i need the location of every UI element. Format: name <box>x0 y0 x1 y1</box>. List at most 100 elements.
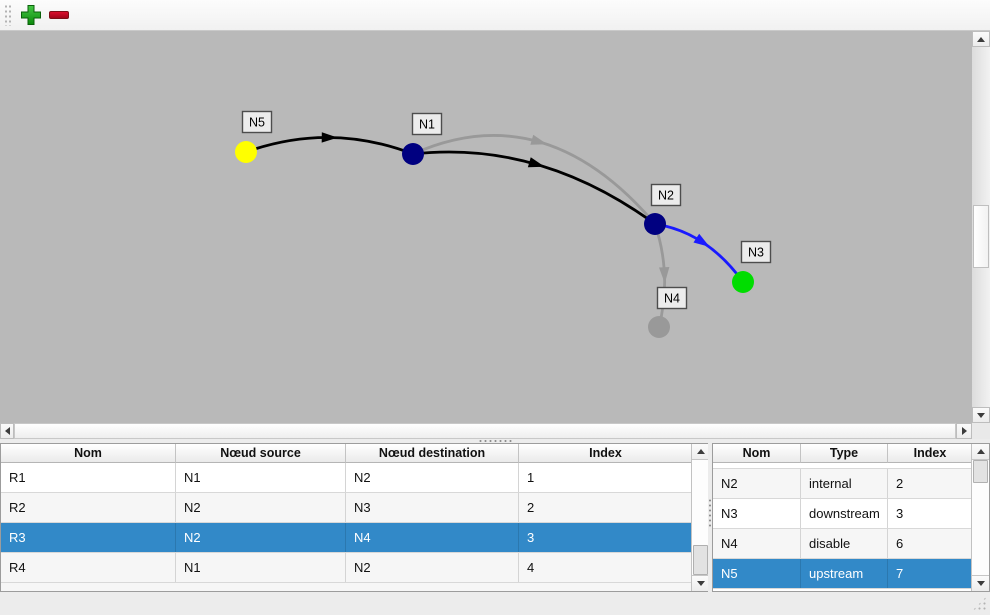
edge-arrow-icon <box>659 267 669 283</box>
cell: N4 <box>346 523 519 552</box>
arrow-up-icon <box>977 37 985 42</box>
scroll-up-button[interactable] <box>692 444 709 460</box>
canvas-vertical-scrollbar[interactable] <box>972 31 990 423</box>
nodes-table: Nom Type Index N2internal2N3downstream3N… <box>712 443 990 592</box>
column-header-nom[interactable]: Nom <box>1 444 176 463</box>
cell: 2 <box>519 493 691 522</box>
application-window: N5N1N2N3N4 Nom Nœud source Nœud destinat… <box>0 0 990 615</box>
edges-table-body: R1N1N21R2N2N32R3N2N43R4N1N24 <box>1 463 691 591</box>
cell: 4 <box>519 553 691 582</box>
cell: 1 <box>519 463 691 492</box>
cell: R3 <box>1 523 176 552</box>
arrow-down-icon <box>977 581 985 586</box>
column-header-index[interactable]: Index <box>519 444 691 463</box>
table-row[interactable]: N2internal2 <box>713 469 971 499</box>
table-row[interactable]: R4N1N24 <box>1 553 691 583</box>
table-row[interactable]: R3N2N43 <box>1 523 691 553</box>
cell: N3 <box>713 499 801 528</box>
graph-node[interactable] <box>402 143 424 165</box>
edge-arrow-icon <box>693 234 709 247</box>
cell: N2 <box>176 523 346 552</box>
node-label-text: N3 <box>748 246 764 260</box>
column-header-nom[interactable]: Nom <box>713 444 801 463</box>
window-resize-grip[interactable] <box>971 595 988 612</box>
cell: downstream <box>801 499 888 528</box>
cell: R4 <box>1 553 176 582</box>
column-header-noeud-destination[interactable]: Nœud destination <box>346 444 519 463</box>
toolbar <box>0 0 990 31</box>
scroll-right-button[interactable] <box>956 423 972 439</box>
cell: upstream <box>801 559 888 588</box>
node-label-text: N4 <box>664 292 680 306</box>
arrow-up-icon <box>977 449 985 454</box>
scrollbar-thumb[interactable] <box>973 460 988 483</box>
table-row[interactable]: R2N2N32 <box>1 493 691 523</box>
cell: N2 <box>346 553 519 582</box>
scrollbar-track[interactable] <box>972 47 990 407</box>
node-label[interactable]: N5 <box>243 112 272 133</box>
nodes-table-header: Nom Type Index <box>713 444 971 463</box>
edges-table-scrollbar[interactable] <box>691 444 709 591</box>
cell: N1 <box>176 463 346 492</box>
minus-icon <box>47 3 71 27</box>
graph-node[interactable] <box>732 271 754 293</box>
arrow-down-icon <box>697 581 705 586</box>
cell: N5 <box>713 559 801 588</box>
cell: 3 <box>888 499 971 528</box>
scroll-down-button[interactable] <box>692 575 709 591</box>
cell: N2 <box>176 493 346 522</box>
arrow-right-icon <box>962 427 967 435</box>
edge-arrow-icon <box>530 135 547 145</box>
cell: disable <box>801 529 888 558</box>
edges-table: Nom Nœud source Nœud destination Index R… <box>0 443 710 592</box>
cell: N2 <box>346 463 519 492</box>
scroll-down-button[interactable] <box>972 575 989 591</box>
cell: N4 <box>713 529 801 558</box>
nodes-table-scrollbar[interactable] <box>971 444 989 591</box>
scrollbar-thumb[interactable] <box>14 423 956 439</box>
cell: 2 <box>888 469 971 498</box>
scroll-left-button[interactable] <box>0 423 14 439</box>
graph-canvas[interactable]: N5 N1 N2 N3 N4 <box>0 31 972 423</box>
scroll-up-button[interactable] <box>972 31 990 47</box>
graph-edge[interactable] <box>413 135 655 224</box>
cell: R1 <box>1 463 176 492</box>
scrollbar-thumb[interactable] <box>973 205 989 268</box>
cell: internal <box>801 469 888 498</box>
node-label[interactable]: N4 <box>658 288 687 309</box>
arrow-down-icon <box>977 413 985 418</box>
scrollbar-track[interactable] <box>14 423 956 439</box>
node-label[interactable]: N2 <box>652 185 681 206</box>
graph-edge[interactable] <box>655 224 743 282</box>
graph-node[interactable] <box>235 141 257 163</box>
canvas-horizontal-scrollbar[interactable] <box>0 423 972 439</box>
remove-button[interactable] <box>45 1 73 29</box>
table-row[interactable]: N3downstream3 <box>713 499 971 529</box>
graph-node[interactable] <box>644 213 666 235</box>
edge-arrow-icon <box>322 132 338 142</box>
cell: 6 <box>888 529 971 558</box>
cell: N3 <box>346 493 519 522</box>
cell: N1 <box>176 553 346 582</box>
table-row[interactable]: N5upstream7 <box>713 559 971 589</box>
column-header-noeud-source[interactable]: Nœud source <box>176 444 346 463</box>
nodes-table-body: N2internal2N3downstream3N4disable6N5upst… <box>713 463 971 591</box>
column-header-type[interactable]: Type <box>801 444 888 463</box>
scrollbar-thumb[interactable] <box>693 545 708 575</box>
scroll-up-button[interactable] <box>972 444 989 460</box>
node-label[interactable]: N1 <box>413 114 442 135</box>
node-label-text: N1 <box>419 118 435 132</box>
node-label-text: N5 <box>249 116 265 130</box>
table-row[interactable]: R1N1N21 <box>1 463 691 493</box>
cell: R2 <box>1 493 176 522</box>
column-header-index[interactable]: Index <box>888 444 971 463</box>
node-label[interactable]: N3 <box>742 242 771 263</box>
edge-arrow-icon <box>528 157 545 167</box>
scrollbar-corner <box>972 423 990 439</box>
add-button[interactable] <box>17 1 45 29</box>
scroll-down-button[interactable] <box>972 407 990 423</box>
graph-node[interactable] <box>648 316 670 338</box>
arrow-up-icon <box>697 449 705 454</box>
table-row[interactable]: N4disable6 <box>713 529 971 559</box>
toolbar-drag-handle[interactable] <box>4 4 13 26</box>
